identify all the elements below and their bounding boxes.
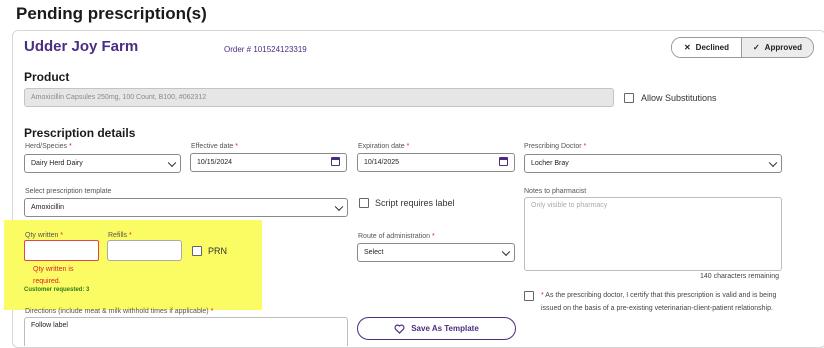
approved-label: Approved [764,43,803,52]
prescribing-doctor-select[interactable]: Locher Bray [524,154,782,173]
close-icon: ✕ [683,43,691,52]
allow-substitutions-checkbox[interactable] [624,93,634,103]
certification-text: * As the prescribing doctor, I certify t… [541,292,777,312]
check-icon: ✓ [752,43,760,52]
order-number: Order # 101524123319 [224,45,307,54]
prn-checkbox[interactable] [192,246,202,256]
prn-label: PRN [208,246,228,256]
herd-species-label: Herd/Species * [25,143,72,150]
herd-species-select[interactable]: Dairy Herd Dairy [24,154,181,173]
notes-textarea[interactable]: Only visible to pharmacy [524,197,782,271]
effective-date-value: 10/15/2024 [197,159,233,166]
farm-name: Udder Joy Farm [24,38,139,55]
product-value: Amoxicillin Capsules 250mg, 100 Count, B… [31,94,207,101]
template-select[interactable]: Amoxicillin [24,198,348,217]
route-label: Route of administration * [358,233,435,240]
effective-date-input[interactable]: 10/15/2024 [190,153,347,172]
refills-input[interactable] [107,240,182,261]
chevron-down-icon [334,202,344,211]
expiration-date-input[interactable]: 10/14/2025 [357,153,515,172]
prescription-details-heading: Prescription details [24,126,136,140]
approved-button[interactable]: ✓ Approved [742,38,813,57]
template-label: Select prescription template [25,188,112,195]
qty-error-message: Qty written is required. [33,266,74,285]
save-as-template-label: Save As Template [411,324,479,333]
chevron-down-icon [768,158,778,167]
qty-written-input[interactable] [24,240,99,261]
route-select[interactable]: Select [357,243,515,262]
notes-placeholder: Only visible to pharmacy [531,202,608,209]
herd-species-value: Dairy Herd Dairy [31,160,83,167]
prescribing-doctor-value: Locher Bray [531,160,569,167]
product-heading: Product [24,70,70,84]
prescribing-doctor-label: Prescribing Doctor * [524,143,587,150]
allow-substitutions-label: Allow Substitutions [641,93,717,103]
calendar-icon[interactable] [331,157,340,166]
directions-textarea[interactable]: Follow label [24,317,348,346]
customer-requested: Customer requested: 3 [24,287,90,293]
heart-icon [394,324,405,334]
save-as-template-button[interactable]: Save As Template [357,317,516,340]
effective-date-label: Effective date * [191,143,238,150]
directions-label: Directions (include meat & milk withhold… [25,308,214,315]
chevron-down-icon [167,158,177,167]
status-toggle: ✕ Declined ✓ Approved [671,37,814,58]
script-requires-label-text: Script requires label [375,198,455,208]
template-value: Amoxicillin [31,204,65,211]
declined-label: Declined [695,43,730,52]
notes-label: Notes to pharmacist [524,188,587,195]
page-title: Pending prescription(s) [16,4,207,23]
script-requires-label-checkbox[interactable] [359,198,369,208]
route-value: Select [364,249,384,256]
notes-char-count: 140 characters remaining [700,273,779,280]
qty-written-label: Qty written * [25,232,64,239]
calendar-icon[interactable] [499,157,508,166]
refills-label: Refills * [108,232,132,239]
chevron-down-icon [501,247,511,256]
expiration-date-label: Expiration date * [358,143,410,150]
expiration-date-value: 10/14/2025 [364,159,400,166]
declined-button[interactable]: ✕ Declined [672,38,742,57]
directions-value: Follow label [31,322,68,329]
product-field[interactable]: Amoxicillin Capsules 250mg, 100 Count, B… [24,88,614,107]
certify-checkbox[interactable] [524,291,534,301]
